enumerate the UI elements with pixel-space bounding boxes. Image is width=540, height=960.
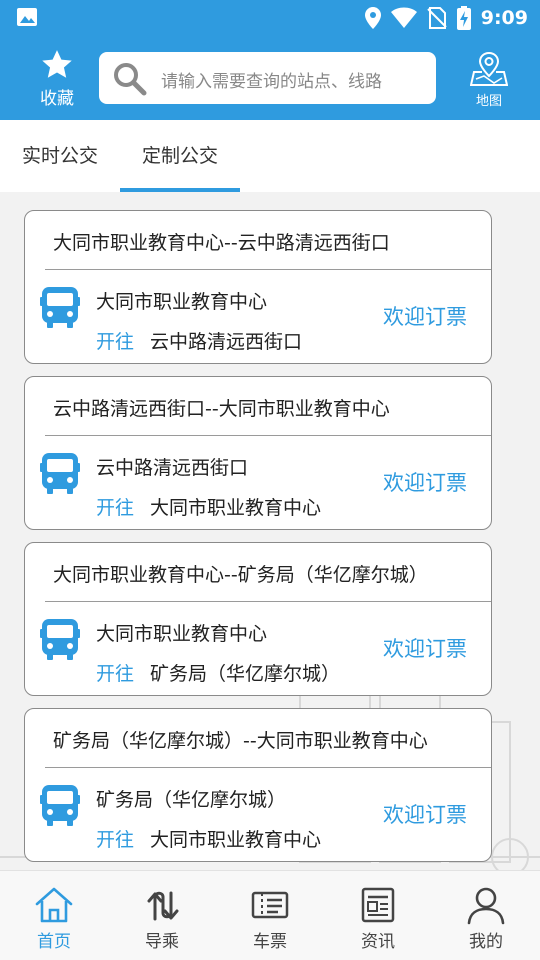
- image-notification-icon: [17, 8, 37, 26]
- status-bar: 9:09: [0, 0, 540, 36]
- destination-stop: 大同市职业教育中心: [150, 829, 322, 851]
- map-label: 地图: [475, 94, 502, 109]
- origin-stop: 大同市职业教育中心: [96, 623, 268, 645]
- route-card[interactable]: 大同市职业教育中心--矿务局（华亿摩尔城） 大同市职业教育中心 开往 矿务局（华…: [24, 542, 492, 696]
- nav-ticket[interactable]: 车票: [216, 871, 324, 960]
- nav-label: 资讯: [361, 932, 395, 952]
- origin-stop: 云中路清远西街口: [96, 457, 249, 479]
- battery-charging-icon: [456, 6, 471, 30]
- bus-icon: [40, 287, 80, 328]
- map-pin-icon: [470, 51, 508, 86]
- book-ticket-button[interactable]: 欢迎订票: [383, 799, 467, 829]
- wifi-icon: [390, 7, 417, 28]
- no-sim-icon: [427, 7, 447, 29]
- nav-profile[interactable]: 我的: [432, 871, 540, 960]
- destination-stop: 云中路清远西街口: [150, 331, 303, 353]
- app-header: 收藏 请输入需要查询的站点、线路 地图: [0, 36, 540, 120]
- nav-label: 我的: [469, 932, 503, 952]
- route-card[interactable]: 云中路清远西街口--大同市职业教育中心 云中路清远西街口 开往 大同市职业教育中…: [24, 376, 492, 530]
- goto-label: 开往: [96, 331, 135, 353]
- book-ticket-button[interactable]: 欢迎订票: [383, 633, 467, 663]
- nav-label: 导乘: [145, 932, 179, 952]
- clock: 9:09: [480, 7, 528, 29]
- nav-home[interactable]: 首页: [0, 871, 108, 960]
- route-title: 大同市职业教育中心--云中路清远西街口: [53, 232, 390, 254]
- tab-custom-bus[interactable]: 定制公交: [120, 120, 240, 192]
- bus-icon: [40, 785, 80, 826]
- nav-news[interactable]: 资讯: [324, 871, 432, 960]
- profile-icon: [467, 887, 505, 925]
- home-icon: [35, 887, 73, 923]
- route-title: 云中路清远西街口--大同市职业教育中心: [53, 398, 390, 420]
- origin-stop: 矿务局（华亿摩尔城）: [96, 789, 287, 811]
- route-list[interactable]: 大同市职业教育中心--云中路清远西街口 大同市职业教育中心 开往 云中路清远西街…: [0, 192, 540, 870]
- tab-realtime-bus[interactable]: 实时公交: [0, 120, 120, 192]
- search-placeholder: 请输入需要查询的站点、线路: [161, 72, 382, 92]
- book-ticket-button[interactable]: 欢迎订票: [383, 467, 467, 497]
- card-divider: [45, 767, 491, 768]
- favorites-label: 收藏: [40, 89, 74, 109]
- search-bar[interactable]: 请输入需要查询的站点、线路: [99, 52, 436, 104]
- tab-bar: 实时公交 定制公交: [0, 120, 540, 192]
- card-divider: [45, 435, 491, 436]
- route-card[interactable]: 大同市职业教育中心--云中路清远西街口 大同市职业教育中心 开往 云中路清远西街…: [24, 210, 492, 364]
- map-button[interactable]: 地图: [462, 50, 516, 110]
- goto-label: 开往: [96, 497, 135, 519]
- bottom-nav: 首页 导乘 车票 资讯 我的: [0, 870, 540, 960]
- card-divider: [45, 269, 491, 270]
- location-icon: [364, 7, 381, 29]
- tab-label: 实时公交: [21, 145, 98, 167]
- transfer-icon: [147, 891, 179, 921]
- origin-stop: 大同市职业教育中心: [96, 291, 268, 313]
- destination-stop: 矿务局（华亿摩尔城）: [150, 663, 341, 685]
- goto-label: 开往: [96, 663, 135, 685]
- star-icon: [42, 50, 72, 78]
- favorites-button[interactable]: 收藏: [30, 48, 84, 109]
- route-title: 矿务局（华亿摩尔城）--大同市职业教育中心: [53, 730, 428, 752]
- goto-label: 开往: [96, 829, 135, 851]
- card-divider: [45, 601, 491, 602]
- nav-transfer[interactable]: 导乘: [108, 871, 216, 960]
- nav-label: 车票: [253, 932, 287, 952]
- news-icon: [361, 887, 395, 923]
- bus-icon: [40, 453, 80, 494]
- nav-label: 首页: [37, 932, 71, 952]
- ticket-icon: [251, 891, 289, 919]
- tab-label: 定制公交: [141, 145, 218, 167]
- route-title: 大同市职业教育中心--矿务局（华亿摩尔城）: [53, 564, 428, 586]
- route-card[interactable]: 矿务局（华亿摩尔城）--大同市职业教育中心 矿务局（华亿摩尔城） 开往 大同市职…: [24, 708, 492, 862]
- bus-icon: [40, 619, 80, 660]
- search-icon: [114, 63, 147, 96]
- book-ticket-button[interactable]: 欢迎订票: [383, 301, 467, 331]
- destination-stop: 大同市职业教育中心: [150, 497, 322, 519]
